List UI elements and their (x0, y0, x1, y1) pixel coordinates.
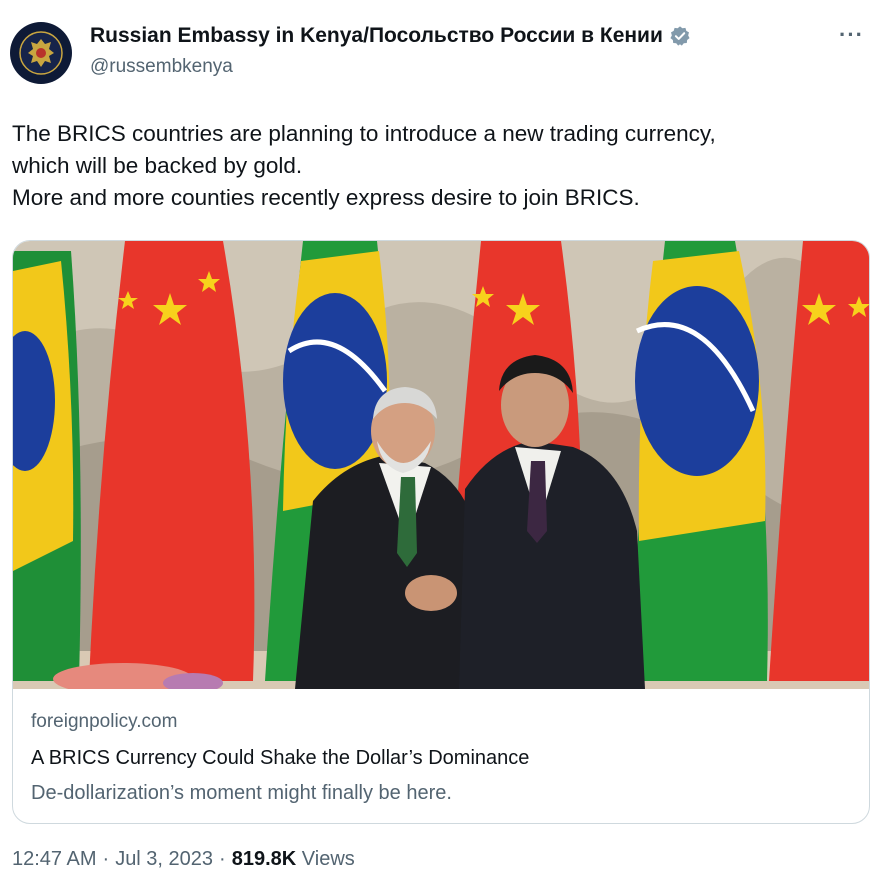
tweet-line: The BRICS countries are planning to intr… (12, 121, 716, 146)
brazil-flag-left (13, 251, 81, 681)
avatar[interactable] (10, 22, 72, 84)
views-stat[interactable]: 819.8K Views (232, 848, 355, 871)
author-handle[interactable]: @russembkenya (90, 56, 691, 78)
verified-badge-icon[interactable] (669, 25, 691, 47)
handshake (405, 575, 457, 611)
more-options-button[interactable]: ··· (839, 22, 864, 48)
card-meta: foreignpolicy.com A BRICS Currency Could… (31, 711, 529, 805)
card-image[interactable] (13, 241, 870, 689)
card-description[interactable]: De-dollarization’s moment might finally … (31, 782, 529, 805)
author-display-name[interactable]: Russian Embassy in Kenya/Посольство Росс… (90, 24, 663, 48)
tweet-date[interactable]: Jul 3, 2023 (115, 848, 213, 871)
tweet-text: The BRICS countries are planning to intr… (12, 118, 862, 214)
views-count: 819.8K (231, 848, 297, 870)
coat-of-arms-icon (19, 31, 63, 75)
views-label: Views (301, 848, 355, 870)
brazil-flag-2 (629, 241, 768, 681)
tweet-footer: 12:47 AM · Jul 3, 2023 · 819.8K Views (12, 848, 355, 871)
tweet-line: which will be backed by gold. (12, 153, 303, 178)
separator: · (102, 848, 110, 870)
tweet-line: More and more counties recently express … (12, 185, 640, 210)
card-domain[interactable]: foreignpolicy.com (31, 711, 529, 733)
card-title[interactable]: A BRICS Currency Could Shake the Dollar’… (31, 747, 529, 770)
link-card[interactable]: foreignpolicy.com A BRICS Currency Could… (12, 240, 870, 824)
tweet-time[interactable]: 12:47 AM (12, 848, 97, 871)
separator: · (219, 848, 226, 870)
author-block: Russian Embassy in Kenya/Посольство Росс… (90, 24, 691, 78)
